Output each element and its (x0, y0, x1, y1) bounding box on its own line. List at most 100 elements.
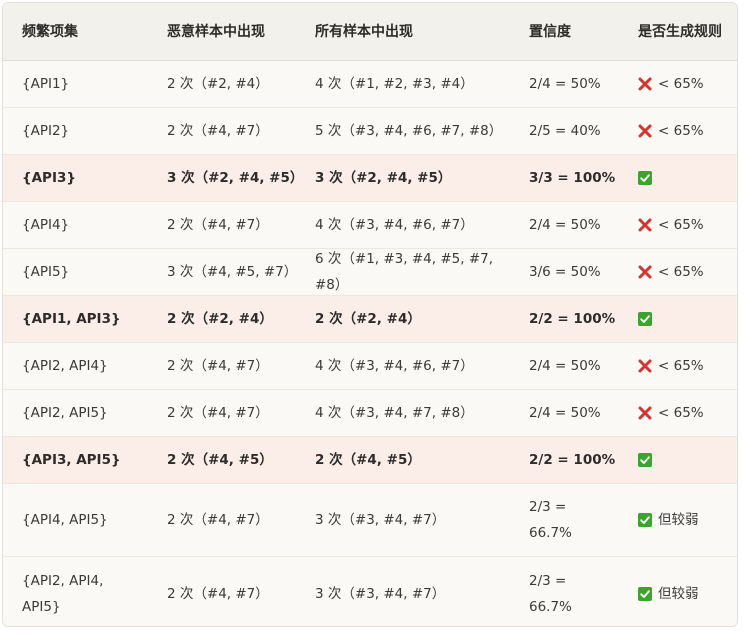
confidence-cell: 2/4 = 50% (529, 202, 619, 248)
all-count-cell: 3 次（#2, #4, #5） (315, 155, 515, 201)
table-body: {API1} 2 次（#2, #4） 4 次（#1, #2, #3, #4） 2/4 … (3, 61, 737, 626)
cross-mark-icon (638, 77, 652, 91)
malicious-count-cell: 2 次（#4, #7） (167, 557, 302, 626)
malicious-count-cell-text: 2 次（#4, #5） (167, 452, 273, 468)
verdict-text: < 65% (658, 76, 704, 92)
cross-mark-icon (638, 265, 652, 279)
check-mark-icon (638, 513, 652, 527)
verdict-text: < 65% (658, 358, 704, 374)
confidence-cell: 2/2 = 100% (529, 437, 619, 483)
confidence-cell-text: 2/4 = 50% (529, 358, 601, 374)
confidence-cell-text: 2/2 = 100% (529, 311, 616, 327)
table-row: {API4} 2 次（#4, #7） 4 次（#3, #4, #6, #7） 2/4 … (3, 202, 737, 249)
itemset-cell-text: {API2, API5} (22, 405, 108, 421)
malicious-count-cell: 2 次（#4, #7） (167, 484, 302, 556)
verdict-text: 但较弱 (658, 585, 699, 602)
verdict-text: < 65% (658, 123, 704, 139)
all-count-cell-text: 2 次（#4, #5） (315, 452, 421, 468)
malicious-count-cell: 2 次（#4, #5） (167, 437, 302, 483)
all-count-cell-text: 4 次（#3, #4, #6, #7） (315, 217, 474, 233)
malicious-count-cell: 2 次（#4, #7） (167, 202, 302, 248)
malicious-count-cell-text: 2 次（#4, #7） (167, 217, 269, 233)
malicious-count-cell: 2 次（#2, #4） (167, 296, 302, 342)
header-malicious: 恶意样本中出现 (167, 23, 265, 40)
all-count-cell: 2 次（#4, #5） (315, 437, 515, 483)
itemset-cell-text: {API1} (22, 76, 70, 92)
itemset-cell: {API2} (22, 108, 152, 154)
itemset-cell-text: {API4, API5} (22, 512, 108, 528)
table-row: {API5} 3 次（#4, #5, #7） 6 次（#1, #3, #4, #5,… (3, 249, 737, 296)
confidence-cell: 3/3 = 100% (529, 155, 619, 201)
table-row: {API2, API5} 2 次（#4, #7） 4 次（#3, #4, #7, #… (3, 390, 737, 437)
malicious-count-cell: 3 次（#4, #5, #7） (167, 249, 302, 295)
malicious-count-cell-text: 2 次（#2, #4） (167, 311, 273, 327)
confidence-cell-text: 3/6 = 50% (529, 264, 601, 280)
all-count-cell-text: 4 次（#1, #2, #3, #4） (315, 76, 474, 92)
all-count-cell: 3 次（#3, #4, #7） (315, 557, 515, 626)
all-count-cell-text: 2 次（#2, #4） (315, 311, 421, 327)
itemset-cell: {API2, API4} (22, 343, 152, 389)
rule-verdict-cell: < 65% (638, 390, 737, 436)
verdict-text: < 65% (658, 264, 704, 280)
malicious-count-cell: 2 次（#4, #7） (167, 390, 302, 436)
all-count-cell: 3 次（#3, #4, #7） (315, 484, 515, 556)
rule-verdict-cell (638, 296, 737, 342)
rule-verdict-cell: 但较弱 (638, 557, 737, 626)
itemset-cell: {API4, API5} (22, 484, 152, 556)
table-row: {API2} 2 次（#4, #7） 5 次（#3, #4, #6, #7, #8）… (3, 108, 737, 155)
check-mark-icon (638, 171, 652, 185)
malicious-count-cell-text: 2 次（#4, #7） (167, 512, 269, 528)
confidence-cell: 2/2 = 100% (529, 296, 619, 342)
confidence-cell: 2/5 = 40% (529, 108, 619, 154)
rule-verdict-cell: < 65% (638, 108, 737, 154)
confidence-cell-text: 3/3 = 100% (529, 170, 616, 186)
confidence-cell-text: 2/4 = 50% (529, 405, 601, 421)
itemset-cell: {API5} (22, 249, 152, 295)
itemset-cell-text: {API3} (22, 170, 76, 186)
confidence-cell: 3/6 = 50% (529, 249, 619, 295)
all-count-cell-text: 3 次（#2, #4, #5） (315, 170, 452, 186)
header-confidence: 置信度 (529, 23, 571, 40)
confidence-cell-text: 2/4 = 50% (529, 217, 601, 233)
rule-verdict-cell: < 65% (638, 61, 737, 107)
header-itemset: 频繁项集 (22, 23, 78, 40)
malicious-count-cell-text: 2 次（#4, #7） (167, 585, 269, 602)
all-count-cell: 5 次（#3, #4, #6, #7, #8） (315, 108, 515, 154)
all-count-cell: 4 次（#3, #4, #6, #7） (315, 343, 515, 389)
verdict-text: 但较弱 (658, 512, 699, 528)
all-count-cell: 6 次（#1, #3, #4, #5, #7, #8） (315, 249, 515, 295)
cross-mark-icon (638, 218, 652, 232)
check-mark-icon (638, 453, 652, 467)
malicious-count-cell: 2 次（#4, #7） (167, 343, 302, 389)
rule-verdict-cell (638, 437, 737, 483)
verdict-text: < 65% (658, 217, 704, 233)
table-header: 频繁项集 恶意样本中出现 所有样本中出现 置信度 是否生成规则 (3, 3, 737, 61)
confidence-cell: 2/4 = 50% (529, 390, 619, 436)
itemset-cell: {API2, API4, API5} (22, 557, 152, 626)
itemset-cell: {API1, API3} (22, 296, 152, 342)
confidence-cell-text: 2/3 = 66.7% (529, 572, 572, 615)
all-count-cell-text: 3 次（#3, #4, #7） (315, 585, 446, 602)
confidence-cell-text: 2/2 = 100% (529, 452, 616, 468)
malicious-count-cell: 2 次（#4, #7） (167, 108, 302, 154)
itemset-cell: {API2, API5} (22, 390, 152, 436)
confidence-cell: 2/4 = 50% (529, 343, 619, 389)
itemset-cell: {API1} (22, 61, 152, 107)
confidence-cell: 2/4 = 50% (529, 61, 619, 107)
cross-mark-icon (638, 124, 652, 138)
all-count-cell: 4 次（#1, #2, #3, #4） (315, 61, 515, 107)
check-mark-icon (638, 586, 652, 601)
itemset-cell-text: {API5} (22, 264, 70, 280)
malicious-count-cell-text: 3 次（#4, #5, #7） (167, 264, 298, 280)
cross-mark-icon (638, 406, 652, 420)
table-row: {API2, API4} 2 次（#4, #7） 4 次（#3, #4, #6, #… (3, 343, 737, 390)
check-mark-icon (638, 312, 652, 326)
itemset-cell-text: {API2, API4} (22, 358, 108, 374)
confidence-cell-text: 2/3 = 66.7% (529, 499, 572, 541)
itemset-cell: {API3} (22, 155, 152, 201)
table-row: {API3, API5} 2 次（#4, #5） 2 次（#4, #5） 2/2 = … (3, 437, 737, 484)
all-count-cell-text: 6 次（#1, #3, #4, #5, #7, #8） (315, 251, 494, 293)
confidence-cell-text: 2/5 = 40% (529, 123, 601, 139)
table-row: {API2, API4, API5} 2 次（#4, #7） 3 次（#3, #4,… (3, 557, 737, 626)
table-row: {API3} 3 次（#2, #4, #5） 3 次（#2, #4, #5） 3/3 … (3, 155, 737, 202)
